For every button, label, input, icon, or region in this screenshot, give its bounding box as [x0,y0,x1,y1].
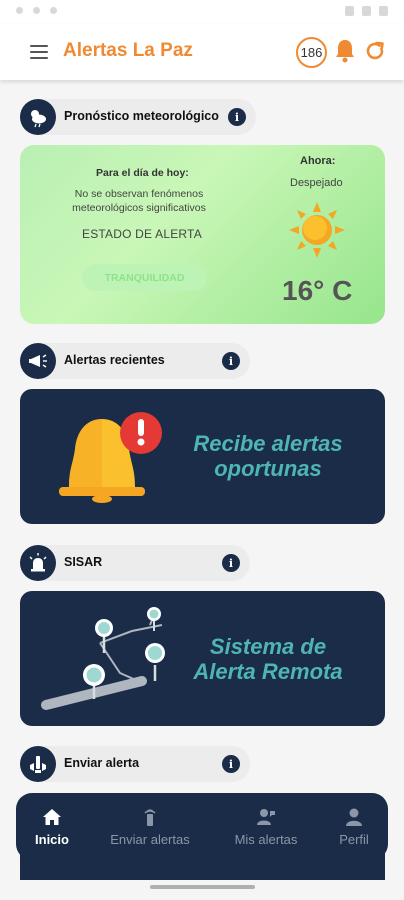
sisar-banner-line2: Alerta Remota [193,659,343,684]
siren-icon [20,545,56,581]
nav-label: Enviar alertas [110,832,190,847]
refresh-icon[interactable] [363,39,387,63]
weather-now-label: Ahora: [300,155,336,167]
notification-count-badge[interactable]: 186 [296,37,327,68]
megaphone-icon [20,343,56,379]
nav-item-inicio[interactable]: Inicio [30,807,74,853]
app-title: Alertas La Paz [63,40,193,61]
sisar-banner-line1: Sistema de [209,634,327,659]
home-indicator[interactable] [150,885,255,889]
recent-banner-title: Recibe alertas oportunas [168,431,368,481]
transmitter-icon [144,809,156,826]
sun-icon [289,202,345,258]
nav-item-perfil[interactable]: Perfil [332,807,376,853]
weather-condition: Despejado [290,177,343,189]
section-weather-label: Pronóstico meteorológico [64,109,219,123]
bell-icon[interactable] [334,38,356,64]
section-sisar-header: SISAR i [20,545,250,581]
menu-icon[interactable] [30,45,48,59]
recent-banner-line2: oportunas [214,456,322,481]
weather-today-label: Para el día de hoy: [96,167,189,179]
nav-item-enviar-alertas[interactable]: Enviar alertas [104,807,196,853]
recent-alerts-banner[interactable]: Recibe alertas oportunas [20,389,385,524]
weather-icon [20,99,56,135]
home-icon [43,809,61,825]
status-icons-right [345,6,388,16]
info-icon[interactable]: i [228,108,246,126]
app-bar: Alertas La Paz 186 [0,24,404,80]
nav-label: Inicio [35,832,69,847]
remote-sensors-icon [41,607,165,710]
sisar-banner[interactable]: Sistema de Alerta Remota [20,591,385,726]
info-icon[interactable]: i [222,755,240,773]
sisar-banner-title: Sistema de Alerta Remota [168,634,368,684]
status-bar [0,0,404,24]
nav-label: Mis alertas [234,832,298,847]
status-icons-left [16,7,57,14]
info-icon[interactable]: i [222,554,240,572]
section-send-header: Enviar alerta i [20,746,250,782]
weather-card: Para el día de hoy: No se observan fenóm… [20,145,385,324]
bottom-navigation: Inicio Enviar alertas Mis alertas Perfil [16,793,388,860]
alert-state-label: ESTADO DE ALERTA [82,227,202,241]
page-bottom [0,880,404,900]
weather-description: No se observan fenómenos meteorológicos … [72,188,206,214]
section-recent-header: Alertas recientes i [20,343,250,379]
user-alerts-icon [257,809,275,825]
nav-item-mis-alertas[interactable]: Mis alertas [228,807,304,853]
alert-state-badge[interactable]: TRANQUILIDAD [82,264,207,291]
section-recent-label: Alertas recientes [64,353,165,367]
nav-label: Perfil [339,832,369,847]
info-icon[interactable]: i [222,352,240,370]
section-sisar-label: SISAR [64,555,103,569]
send-alert-icon [20,746,56,782]
section-weather-header: Pronóstico meteorológico i [20,99,256,135]
person-icon [346,808,362,826]
recent-banner-line1: Recibe alertas [193,431,343,456]
section-send-label: Enviar alerta [64,756,140,770]
temperature: 16° C [282,275,353,306]
alert-bell-icon [59,412,162,503]
